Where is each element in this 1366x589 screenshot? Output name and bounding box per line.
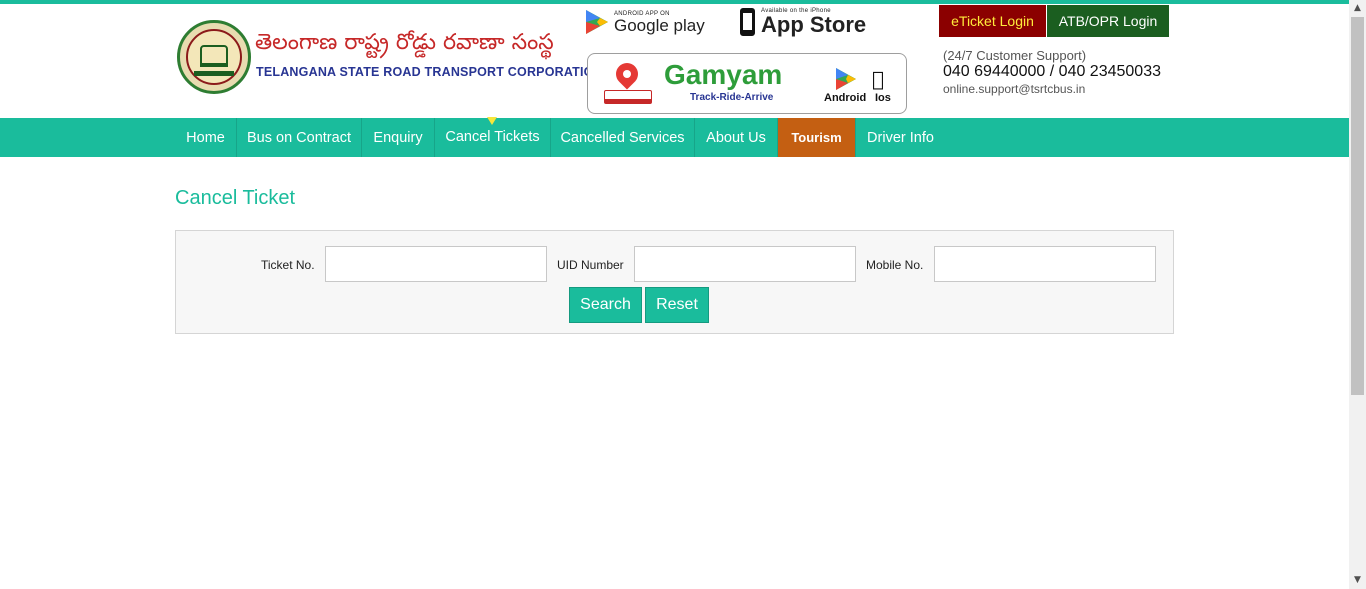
uid-number-label: UID Number bbox=[557, 258, 624, 272]
nav-item-tourism[interactable]: Tourism bbox=[778, 118, 856, 157]
nav-item-home[interactable]: Home bbox=[175, 118, 237, 157]
nav-item-driver-info[interactable]: Driver Info bbox=[856, 118, 945, 157]
support-email[interactable]: online.support@tsrtcbus.in bbox=[943, 82, 1085, 96]
phone-icon bbox=[740, 8, 755, 36]
app-store-big-text: App Store bbox=[761, 12, 867, 37]
scroll-down-arrow-icon[interactable]: ▼ bbox=[1349, 572, 1366, 589]
apple-icon[interactable]:  bbox=[872, 68, 890, 90]
atb-opr-login-button[interactable]: ATB/OPR Login bbox=[1047, 5, 1169, 37]
page-title: Cancel Ticket bbox=[175, 187, 296, 209]
top-accent-strip bbox=[0, 0, 1349, 4]
gamyam-android-label: Android bbox=[824, 92, 867, 104]
cancel-ticket-form: Ticket No. UID Number Mobile No. Search … bbox=[175, 230, 1174, 334]
uid-number-input[interactable] bbox=[634, 246, 856, 282]
scrollbar-thumb[interactable] bbox=[1351, 17, 1364, 395]
gamyam-app-banner[interactable]: Gamyam Track-Ride-Arrive  Android Ios bbox=[587, 53, 907, 114]
ticket-no-input[interactable] bbox=[325, 246, 547, 282]
mobile-no-label: Mobile No. bbox=[866, 258, 924, 272]
gamyam-title: Gamyam bbox=[664, 59, 783, 90]
reset-button[interactable]: Reset bbox=[645, 287, 709, 323]
nav-item-enquiry[interactable]: Enquiry bbox=[362, 118, 435, 157]
emblem-arch bbox=[200, 45, 228, 67]
support-phones: 040 69440000 / 040 23450033 bbox=[943, 63, 1161, 80]
nav-active-caret-icon bbox=[487, 117, 497, 125]
main-navbar: Home Bus on Contract Enquiry Cancel Tick… bbox=[0, 118, 1349, 157]
support-label: (24/7 Customer Support) bbox=[943, 48, 1087, 63]
logo-telugu-text[interactable]: తెలంగాణ రాష్ట్ర రోడ్డు రవాణా సంస్థ bbox=[255, 30, 554, 60]
bus-icon bbox=[604, 90, 652, 104]
search-button[interactable]: Search bbox=[569, 287, 642, 323]
nav-item-cancelled-services[interactable]: Cancelled Services bbox=[551, 118, 695, 157]
nav-item-bus-on-contract[interactable]: Bus on Contract bbox=[237, 118, 362, 157]
gamyam-ios-label: Ios bbox=[875, 92, 891, 104]
nav-item-about-us[interactable]: About Us bbox=[695, 118, 778, 157]
google-play-icon bbox=[586, 10, 608, 34]
emblem-base bbox=[194, 71, 234, 76]
logo-english-text[interactable]: TELANGANA STATE ROAD TRANSPORT CORPORATI… bbox=[256, 65, 603, 79]
page: తెలంగాణ రాష్ట్ర రోడ్డు రవాణా సంస్థ TELAN… bbox=[0, 0, 1366, 589]
ticket-no-label: Ticket No. bbox=[261, 258, 315, 272]
play-store-icon[interactable] bbox=[836, 68, 856, 90]
eticket-login-button[interactable]: eTicket Login bbox=[939, 5, 1046, 37]
google-play-big-text: Google play bbox=[614, 15, 705, 35]
emblem-logo-icon[interactable] bbox=[177, 20, 251, 94]
app-store-badge[interactable]: Available on the iPhone App Store bbox=[740, 8, 866, 36]
vertical-scrollbar[interactable]: ▲ ▼ bbox=[1349, 0, 1366, 589]
google-play-badge[interactable]: ANDROID APP ON Google play bbox=[586, 10, 705, 34]
mobile-no-input[interactable] bbox=[934, 246, 1156, 282]
location-pin-icon bbox=[611, 58, 643, 90]
gamyam-tagline: Track-Ride-Arrive bbox=[690, 92, 774, 103]
scroll-up-arrow-icon[interactable]: ▲ bbox=[1349, 0, 1366, 17]
